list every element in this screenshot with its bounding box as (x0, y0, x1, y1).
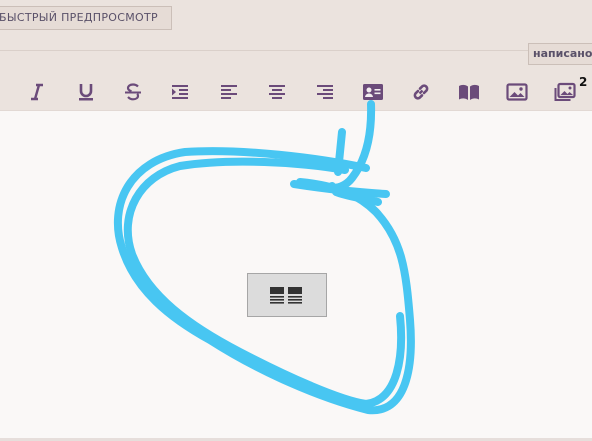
align-center-icon (269, 85, 285, 99)
indent-button[interactable] (168, 80, 192, 104)
editor-toolbar (0, 72, 592, 112)
gallery-count-badge: 2 (579, 75, 588, 89)
insert-image-button[interactable] (505, 80, 529, 104)
images-icon (554, 82, 576, 101)
align-right-icon (317, 85, 333, 99)
written-badge[interactable]: написано (528, 43, 592, 65)
strikethrough-button[interactable] (121, 80, 145, 104)
header-divider (0, 50, 592, 51)
embedded-block-placeholder[interactable] (247, 273, 327, 317)
underline-button[interactable] (74, 80, 98, 104)
two-column-block-icon (270, 287, 302, 304)
insert-block-button[interactable] (361, 80, 385, 104)
underline-icon (79, 84, 93, 101)
italic-icon (31, 83, 43, 101)
align-center-button[interactable] (265, 80, 289, 104)
align-left-icon (221, 85, 237, 99)
id-card-icon (363, 84, 383, 100)
insert-book-button[interactable] (457, 80, 481, 104)
indent-icon (172, 85, 188, 99)
image-icon (506, 83, 528, 101)
italic-button[interactable] (25, 80, 49, 104)
link-icon (413, 84, 429, 100)
insert-gallery-button[interactable] (553, 80, 577, 104)
align-left-button[interactable] (217, 80, 241, 104)
align-right-button[interactable] (313, 80, 337, 104)
insert-link-button[interactable] (409, 80, 433, 104)
book-icon (459, 84, 479, 100)
strikethrough-icon (125, 83, 141, 101)
quick-preview-button[interactable]: БЫСТРЫЙ ПРЕДПРОСМОТР (0, 6, 172, 30)
